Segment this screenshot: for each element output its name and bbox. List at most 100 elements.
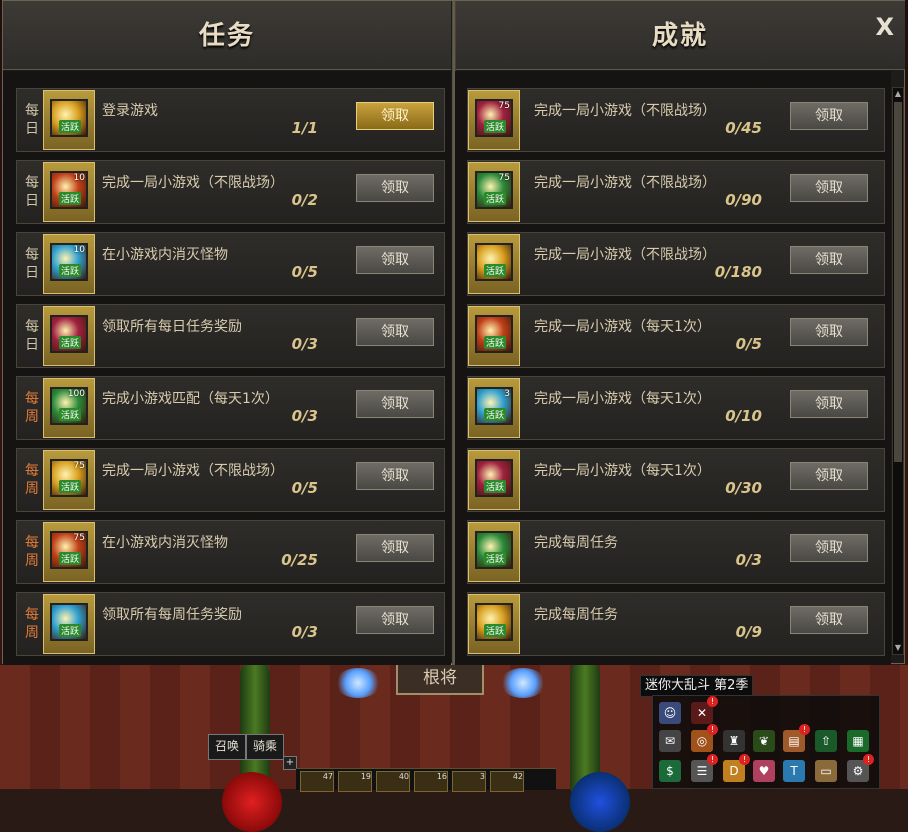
reward-item-icon[interactable]: 75 活跃 bbox=[475, 171, 513, 209]
reward-icon-frame: 活跃 bbox=[468, 306, 520, 366]
achievements-scrollbar[interactable]: ▲ ▼ bbox=[892, 87, 904, 655]
reward-item-icon[interactable]: 75 活跃 bbox=[475, 99, 513, 137]
hud-icon-tray: ☺ ✕! ✉ ◎! ♜ ❦ ▤! ⇧ ▦ $ ☰! D! ♥ T ▭ ⚙! bbox=[652, 695, 880, 789]
achievement-progress: 0/30 bbox=[725, 479, 762, 497]
mail-icon[interactable]: ✉ bbox=[659, 730, 681, 752]
reward-item-icon[interactable]: 活跃 bbox=[50, 99, 88, 137]
claim-button[interactable]: 领取 bbox=[356, 174, 434, 202]
achievement-progress: 0/9 bbox=[735, 623, 762, 641]
character-portrait-icon[interactable]: ☺ bbox=[659, 702, 681, 724]
task-title: 在小游戏内消灭怪物 bbox=[102, 535, 228, 551]
reward-item-icon[interactable]: 活跃 bbox=[475, 531, 513, 569]
reward-item-icon[interactable]: 活跃 bbox=[475, 459, 513, 497]
claim-button[interactable]: 领取 bbox=[356, 390, 434, 418]
reward-icon-frame: 75 活跃 bbox=[43, 450, 95, 510]
reward-item-icon[interactable]: 3 活跃 bbox=[475, 387, 513, 425]
claim-button[interactable]: 领取 bbox=[356, 534, 434, 562]
reward-item-icon[interactable]: 100 活跃 bbox=[50, 387, 88, 425]
hp-orb bbox=[222, 772, 282, 832]
reward-item-icon[interactable]: 活跃 bbox=[475, 243, 513, 281]
stage-sign: 根将 bbox=[396, 663, 484, 695]
reward-item-icon[interactable]: 活跃 bbox=[475, 603, 513, 641]
claim-button[interactable]: 领取 bbox=[790, 606, 868, 634]
reward-item-icon[interactable]: 活跃 bbox=[50, 315, 88, 353]
claim-button[interactable]: 领取 bbox=[790, 246, 868, 274]
task-period-label: 每日 bbox=[25, 175, 39, 209]
task-row: 每周 75 活跃 完成一局小游戏（不限战场） 0/5 领取 bbox=[16, 448, 445, 512]
activity-tag: 活跃 bbox=[484, 120, 507, 133]
claim-button[interactable]: 领取 bbox=[790, 462, 868, 490]
package-icon[interactable]: ▤! bbox=[783, 724, 810, 752]
ride-button[interactable]: 骑乘 bbox=[246, 734, 284, 760]
achievement-row: 活跃 完成一局小游戏（每天1次） 0/30 领取 bbox=[467, 448, 885, 512]
dungeon-icon[interactable]: D! bbox=[723, 754, 750, 782]
task-period-label: 每日 bbox=[25, 319, 39, 353]
reward-icon-frame: 100 活跃 bbox=[43, 378, 95, 438]
reward-amount: 75 bbox=[498, 173, 510, 183]
claim-button[interactable]: 领取 bbox=[356, 246, 434, 274]
calendar-icon[interactable]: ▦ bbox=[847, 730, 869, 752]
activity-tag: 活跃 bbox=[59, 480, 82, 493]
summon-button[interactable]: 召唤 bbox=[208, 734, 246, 760]
task-period-label: 每周 bbox=[25, 535, 39, 569]
upgrade-arrow-icon[interactable]: ⇧ bbox=[815, 730, 837, 752]
achievement-row: 活跃 完成每周任务 0/9 领取 bbox=[467, 592, 885, 656]
achievement-row: 活跃 完成一局小游戏（不限战场） 0/180 领取 bbox=[467, 232, 885, 296]
claim-button[interactable]: 领取 bbox=[356, 606, 434, 634]
guild-icon[interactable]: ♜ bbox=[723, 730, 745, 752]
shop-icon[interactable]: $ bbox=[659, 760, 681, 782]
task-progress: 1/1 bbox=[291, 119, 318, 137]
event-title[interactable]: 迷你大乱斗 第2季 bbox=[640, 675, 754, 697]
reward-item-icon[interactable]: 75 活跃 bbox=[50, 531, 88, 569]
claim-button[interactable]: 领取 bbox=[790, 318, 868, 346]
compass-icon[interactable]: ◎! bbox=[691, 724, 718, 752]
claim-button[interactable]: 领取 bbox=[356, 462, 434, 490]
scrollbar-thumb[interactable] bbox=[894, 102, 902, 462]
book-icon[interactable]: ▭ bbox=[815, 760, 837, 782]
claim-button[interactable]: 领取 bbox=[790, 174, 868, 202]
task-title: 在小游戏内消灭怪物 bbox=[102, 247, 228, 263]
claim-button[interactable]: 领取 bbox=[790, 102, 868, 130]
activity-tag: 活跃 bbox=[59, 552, 82, 565]
reward-amount: 3 bbox=[504, 389, 510, 399]
achievement-row: 3 活跃 完成一局小游戏（每天1次） 0/10 领取 bbox=[467, 376, 885, 440]
sprout-icon[interactable]: ❦ bbox=[753, 730, 775, 752]
close-button[interactable]: X bbox=[875, 13, 894, 41]
tab-tasks[interactable]: 任务 bbox=[3, 1, 451, 70]
pvp-swords-icon[interactable]: ✕! bbox=[691, 696, 718, 724]
achievement-title: 完成一局小游戏（不限战场） bbox=[534, 175, 716, 191]
achievement-progress: 0/10 bbox=[725, 407, 762, 425]
reward-item-icon[interactable]: 10 活跃 bbox=[50, 171, 88, 209]
reward-item-icon[interactable]: 75 活跃 bbox=[50, 459, 88, 497]
task-title: 领取所有每日任务奖励 bbox=[102, 319, 242, 335]
claim-button[interactable]: 领取 bbox=[356, 318, 434, 346]
achievement-row: 活跃 完成一局小游戏（每天1次） 0/5 领取 bbox=[467, 304, 885, 368]
activity-tag: 活跃 bbox=[59, 336, 82, 349]
task-row: 每周 100 活跃 完成小游戏匹配（每天1次） 0/3 领取 bbox=[16, 376, 445, 440]
notes-icon[interactable]: ☰! bbox=[691, 754, 718, 782]
reward-item-icon[interactable]: 活跃 bbox=[50, 603, 88, 641]
achievement-progress: 0/180 bbox=[714, 263, 762, 281]
tab-achievements[interactable]: 成就 bbox=[455, 1, 905, 70]
expand-plus-button[interactable]: + bbox=[283, 756, 297, 770]
scroll-up-icon[interactable]: ▲ bbox=[893, 88, 903, 100]
pet-icon[interactable]: ♥ bbox=[753, 760, 775, 782]
tp-icon[interactable]: T bbox=[783, 760, 805, 782]
reward-icon-frame: 75 活跃 bbox=[43, 522, 95, 582]
task-title: 登录游戏 bbox=[102, 103, 158, 119]
reward-icon-frame: 10 活跃 bbox=[43, 162, 95, 222]
achievement-title: 完成每周任务 bbox=[534, 535, 618, 551]
claim-button[interactable]: 领取 bbox=[356, 102, 434, 130]
task-period-label: 每周 bbox=[25, 391, 39, 425]
settings-icon[interactable]: ⚙! bbox=[847, 754, 874, 782]
scroll-down-icon[interactable]: ▼ bbox=[893, 642, 903, 654]
task-progress: 0/3 bbox=[291, 335, 318, 353]
achievement-progress: 0/5 bbox=[735, 335, 762, 353]
task-period-label: 每周 bbox=[25, 607, 39, 641]
reward-item-icon[interactable]: 10 活跃 bbox=[50, 243, 88, 281]
claim-button[interactable]: 领取 bbox=[790, 390, 868, 418]
claim-button[interactable]: 领取 bbox=[790, 534, 868, 562]
blue-lamp-right bbox=[500, 668, 546, 698]
reward-item-icon[interactable]: 活跃 bbox=[475, 315, 513, 353]
reward-amount: 10 bbox=[73, 173, 85, 183]
